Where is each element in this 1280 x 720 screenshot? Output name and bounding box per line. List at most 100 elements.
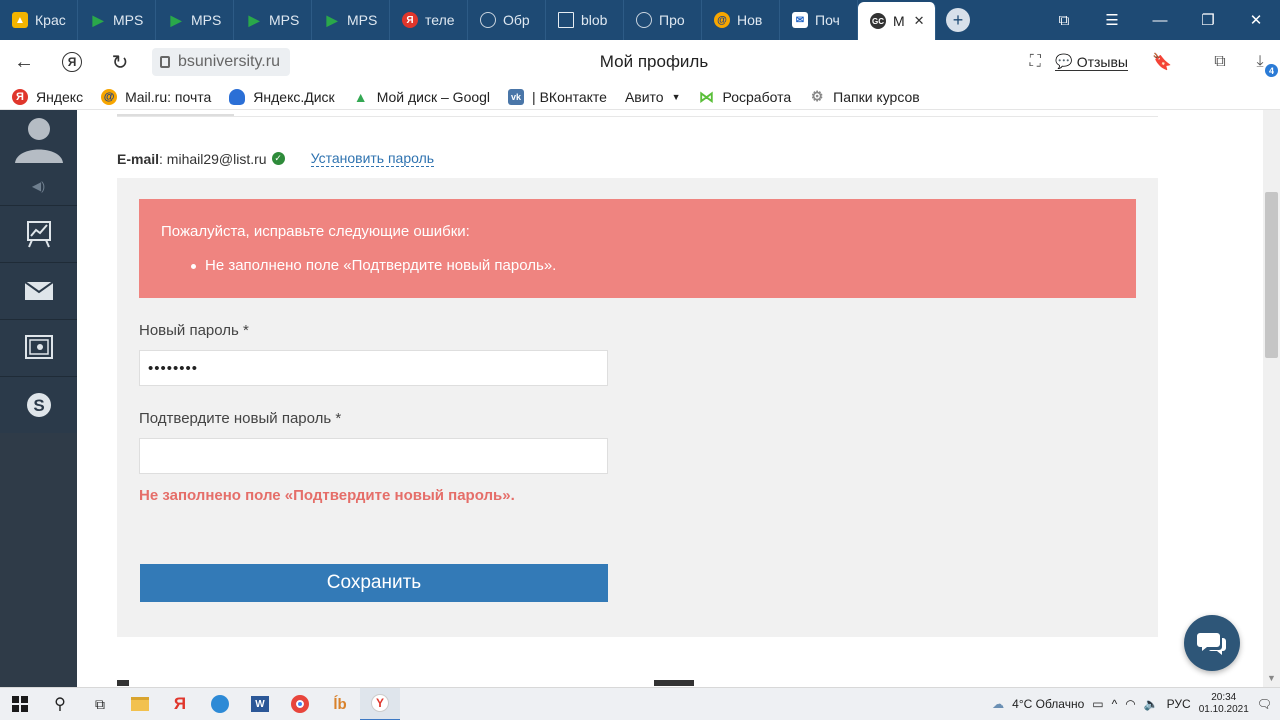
- weather-text[interactable]: 4°C Облачно: [1012, 697, 1084, 711]
- bookmark-yandex-disk[interactable]: Яндекс.Диск: [229, 88, 335, 105]
- new-password-input[interactable]: [139, 350, 608, 386]
- confirm-password-input[interactable]: [139, 438, 608, 474]
- chrome-icon[interactable]: [280, 688, 320, 720]
- close-tab-icon[interactable]: ✕: [914, 13, 925, 29]
- tab-label: Крас: [35, 12, 66, 28]
- address-bar: ← Я ↻ bsuniversity.ru Мой профиль ⛶ 💬 От…: [0, 40, 1280, 84]
- battery-icon[interactable]: ▭: [1092, 697, 1103, 711]
- email-row: E-mail: mihail29@list.ru ✓ Установить па…: [117, 150, 435, 167]
- scrollbar-thumb[interactable]: [1265, 192, 1278, 358]
- close-window-icon[interactable]: ✕: [1232, 0, 1280, 40]
- browser-tab-active[interactable]: GC М ✕: [858, 2, 936, 40]
- browser-tab[interactable]: ✉ Поч: [780, 0, 858, 40]
- sound-icon[interactable]: ◀): [0, 166, 77, 206]
- document-icon: [558, 12, 574, 28]
- yandex-browser-icon[interactable]: Y: [360, 687, 400, 720]
- minimize-icon[interactable]: —: [1136, 0, 1184, 40]
- chart-easel-icon: [26, 221, 51, 248]
- edge-icon[interactable]: [200, 688, 240, 720]
- bookmark-vk[interactable]: vk | ВКонтакте: [508, 88, 607, 105]
- sidebar-item-safe[interactable]: [0, 320, 77, 377]
- browser-tab[interactable]: @ Нов: [702, 0, 780, 40]
- tray-chevron-icon[interactable]: ^: [1112, 697, 1118, 711]
- system-tray: ☁ 4°C Облачно ▭ ^ ◠ 🔈 РУС 20:34 01.10.20…: [992, 692, 1280, 716]
- bookmark-label: Мой диск – Googl: [376, 88, 491, 105]
- cloud-icon: ☁: [992, 697, 1005, 711]
- windows-taskbar: ⚲ ⧉ Я W ĺb Y ☁ 4°C Облачно ▭ ^ ◠ 🔈 РУС 2…: [0, 687, 1280, 720]
- browser-tab[interactable]: ▲ Крас: [0, 0, 78, 40]
- new-tab-button[interactable]: +: [936, 0, 980, 40]
- wifi-icon[interactable]: ◠: [1125, 697, 1135, 711]
- volume-icon[interactable]: 🔈: [1144, 697, 1159, 711]
- task-view-icon[interactable]: ⧉: [80, 688, 120, 720]
- tabs-overview-icon[interactable]: ⧉: [1040, 0, 1088, 40]
- browser-tab[interactable]: Про: [624, 0, 702, 40]
- yandex-home-button[interactable]: Я: [48, 40, 96, 84]
- restore-icon[interactable]: ❐: [1184, 0, 1232, 40]
- url-text: bsuniversity.ru: [178, 53, 280, 70]
- back-button[interactable]: ←: [0, 40, 48, 84]
- start-button[interactable]: [0, 688, 40, 720]
- library-icon[interactable]: ĺb: [320, 688, 360, 720]
- yandex-icon[interactable]: Я: [160, 688, 200, 720]
- reviews-button[interactable]: 💬 Отзывы: [1055, 53, 1128, 71]
- sidebar-item-skype[interactable]: S: [0, 377, 77, 434]
- bookmark-google-drive[interactable]: ▲ Мой диск – Googl: [353, 89, 490, 105]
- reviews-label: Отзывы: [1076, 53, 1128, 70]
- browser-tab[interactable]: blob: [546, 0, 624, 40]
- translate-icon[interactable]: ⛶: [1015, 53, 1055, 71]
- bookmark-label: Папки курсов: [833, 88, 920, 105]
- sidebar-item-progress[interactable]: [0, 206, 77, 263]
- dropdown-arrow-icon: ▼: [671, 91, 681, 102]
- browser-tab[interactable]: Я теле: [390, 0, 468, 40]
- reload-icon: ↻: [111, 51, 129, 74]
- bookmark-icon[interactable]: 🔖: [1142, 52, 1182, 72]
- avatar[interactable]: [0, 110, 77, 166]
- page-title: Мой профиль: [599, 52, 709, 71]
- browser-tab[interactable]: ▶ MPS: [234, 0, 312, 40]
- tab-label: М: [893, 13, 905, 29]
- word-icon[interactable]: W: [240, 688, 280, 720]
- reload-button[interactable]: ↻: [96, 40, 144, 84]
- yandex-logo-icon: Я: [62, 52, 82, 72]
- save-button[interactable]: Сохранить: [140, 564, 608, 602]
- file-explorer-icon[interactable]: [120, 688, 160, 720]
- bookmark-rosrabota[interactable]: ⋈ Росработа: [699, 88, 792, 106]
- clock[interactable]: 20:34 01.10.2021: [1199, 692, 1249, 716]
- downloads-icon[interactable]: ⤓ 4: [1240, 53, 1280, 77]
- sidebar-item-mail[interactable]: [0, 263, 77, 320]
- bookmark-label: Росработа: [722, 88, 792, 105]
- browser-tab[interactable]: ▶ MPS: [156, 0, 234, 40]
- page-scrollbar[interactable]: ▼: [1263, 110, 1280, 687]
- notifications-icon[interactable]: 🗨: [1257, 697, 1272, 711]
- tab-label: теле: [425, 12, 455, 28]
- browser-tab[interactable]: ▶ MPS: [78, 0, 156, 40]
- main-content: E-mail: mihail29@list.ru ✓ Установить па…: [77, 110, 1263, 687]
- play-icon: ▶: [92, 11, 104, 28]
- arrow-left-icon: ←: [14, 50, 34, 73]
- confirm-password-label: Подтвердите новый пароль *: [139, 410, 342, 427]
- confirm-password-error: Не заполнено поле «Подтвердите новый пар…: [139, 487, 515, 504]
- chat-button[interactable]: [1184, 615, 1240, 671]
- skype-icon: S: [26, 393, 51, 417]
- bookmark-yandex[interactable]: Я Яндекс: [12, 88, 83, 105]
- window-controls: ⧉ ☰ — ❐ ✕: [1040, 0, 1280, 40]
- bookmark-folder-courses[interactable]: ⚙ Папки курсов: [809, 88, 920, 105]
- browser-tab[interactable]: Обр: [468, 0, 546, 40]
- language-indicator[interactable]: РУС: [1167, 697, 1191, 711]
- google-drive-icon: ▲: [12, 12, 28, 28]
- yandex-icon: Я: [12, 88, 28, 105]
- mailru-icon: @: [101, 88, 118, 105]
- scroll-down-arrow-icon[interactable]: ▼: [1267, 673, 1276, 683]
- browser-tab[interactable]: ▶ MPS: [312, 0, 390, 40]
- bookmark-mailru[interactable]: @ Mail.ru: почта: [101, 88, 211, 105]
- date-text: 01.10.2021: [1198, 704, 1249, 715]
- url-field[interactable]: bsuniversity.ru: [152, 48, 290, 76]
- search-icon[interactable]: ⚲: [40, 688, 80, 720]
- bookmark-avito[interactable]: Авито ▼: [625, 89, 681, 105]
- menu-icon[interactable]: ☰: [1088, 0, 1136, 40]
- play-icon: ▶: [248, 11, 260, 28]
- collections-icon[interactable]: ⧉: [1200, 53, 1240, 71]
- set-password-link[interactable]: Установить пароль: [310, 150, 435, 167]
- vk-icon: vk: [508, 88, 525, 105]
